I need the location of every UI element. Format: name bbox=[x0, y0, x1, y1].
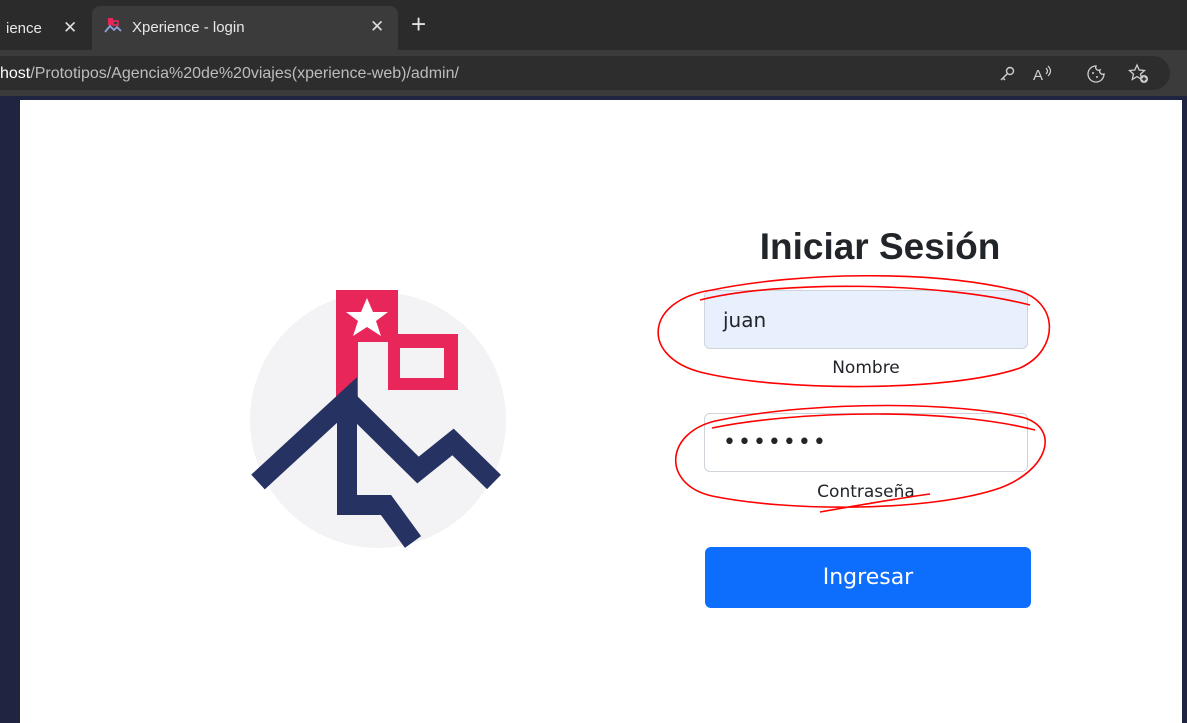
password-input[interactable]: ••••••• bbox=[704, 413, 1028, 472]
close-tab-icon[interactable]: ✕ bbox=[370, 17, 384, 37]
close-tab-icon[interactable]: ✕ bbox=[63, 18, 77, 38]
browser-tab-bar: ience ✕ Xperience - login ✕ + bbox=[0, 0, 1187, 50]
tab-title: Xperience - login bbox=[132, 19, 245, 36]
svg-text:A: A bbox=[1033, 67, 1043, 84]
browser-tab-previous[interactable]: ience ✕ bbox=[0, 6, 88, 50]
browser-toolbar: host/Prototipos/Agencia%20de%20viajes(xp… bbox=[0, 50, 1187, 96]
username-label: Nombre bbox=[832, 358, 900, 378]
read-aloud-icon[interactable]: A bbox=[1032, 64, 1054, 84]
url-path: /Prototipos/Agencia%20de%20viajes(xperie… bbox=[30, 65, 459, 82]
password-label: Contraseña bbox=[817, 482, 915, 502]
cookie-icon[interactable] bbox=[1086, 64, 1106, 84]
login-page: Iniciar Sesión juan Nombre ••••••• Contr… bbox=[20, 100, 1182, 723]
address-bar[interactable]: host/Prototipos/Agencia%20de%20viajes(xp… bbox=[0, 56, 1170, 90]
login-button[interactable]: Ingresar bbox=[705, 547, 1031, 608]
key-icon[interactable] bbox=[998, 65, 1016, 83]
url-text[interactable]: host/Prototipos/Agencia%20de%20viajes(xp… bbox=[0, 65, 459, 83]
favorites-add-icon[interactable] bbox=[1128, 63, 1150, 85]
browser-tab-active[interactable]: Xperience - login ✕ bbox=[92, 6, 398, 50]
login-title: Iniciar Sesión bbox=[759, 226, 1001, 267]
username-input[interactable]: juan bbox=[704, 290, 1028, 349]
new-tab-icon[interactable]: + bbox=[411, 9, 426, 40]
tab-title: ience bbox=[6, 19, 42, 37]
xperience-logo bbox=[250, 290, 506, 548]
url-host: host bbox=[0, 65, 31, 82]
favicon-icon bbox=[104, 18, 122, 33]
